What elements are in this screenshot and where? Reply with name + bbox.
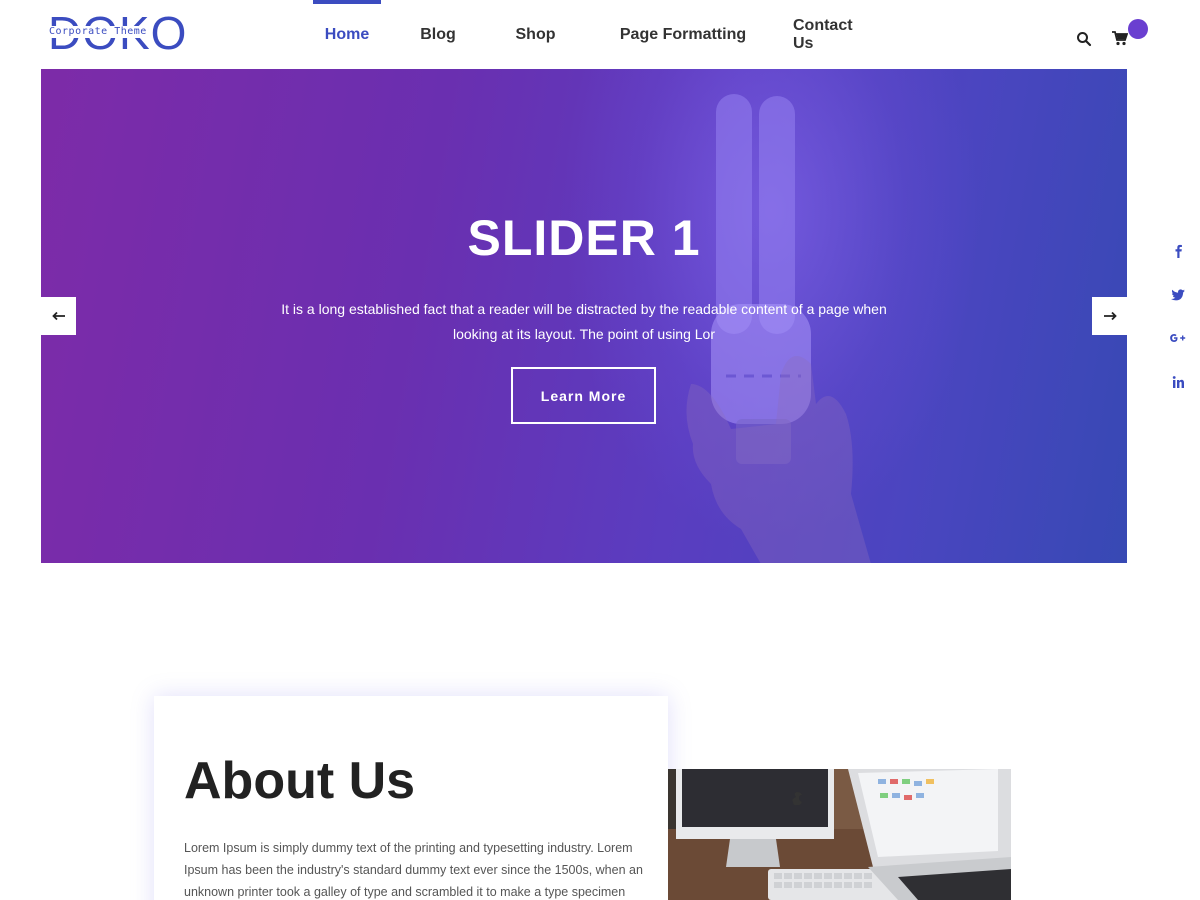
nav-item-page-formatting[interactable]: Page Formatting xyxy=(573,0,793,69)
cart-badge xyxy=(1128,19,1148,39)
arrow-left-icon xyxy=(51,311,65,321)
main-nav: Home Blog Shop Page Formatting Contact U… xyxy=(313,0,873,69)
hero-title: SLIDER 1 xyxy=(467,210,701,266)
cart-icon[interactable] xyxy=(1112,30,1128,46)
slider-prev-button[interactable] xyxy=(41,297,76,335)
hero-slider: SLIDER 1 It is a long established fact t… xyxy=(41,69,1127,563)
facebook-icon[interactable] xyxy=(1166,240,1190,262)
workspace-photo xyxy=(668,769,1011,900)
about-card: About Us Lorem Ipsum is simply dummy tex… xyxy=(154,696,668,900)
twitter-icon[interactable] xyxy=(1166,284,1190,306)
about-title: About Us xyxy=(184,752,416,810)
social-sidebar xyxy=(1166,240,1190,414)
logo-tagline: Corporate Theme xyxy=(48,26,148,38)
site-logo[interactable]: DOKO Corporate Theme xyxy=(48,10,186,56)
nav-item-home[interactable]: Home xyxy=(313,0,381,69)
hero-description: It is a long established fact that a rea… xyxy=(281,301,887,342)
site-header: DOKO Corporate Theme Home Blog Shop Page… xyxy=(0,0,1200,69)
google-plus-icon[interactable] xyxy=(1166,327,1190,349)
arrow-right-icon xyxy=(1103,311,1117,321)
nav-item-shop[interactable]: Shop xyxy=(498,0,573,69)
nav-item-contact-us[interactable]: Contact Us xyxy=(793,0,873,69)
about-image xyxy=(668,769,1011,900)
linkedin-icon[interactable] xyxy=(1166,371,1190,393)
slider-next-button[interactable] xyxy=(1092,297,1127,335)
search-icon[interactable] xyxy=(1076,31,1092,47)
learn-more-button[interactable]: Learn More xyxy=(511,367,656,424)
nav-item-blog[interactable]: Blog xyxy=(408,0,468,69)
about-text: Lorem Ipsum is simply dummy text of the … xyxy=(184,841,643,899)
